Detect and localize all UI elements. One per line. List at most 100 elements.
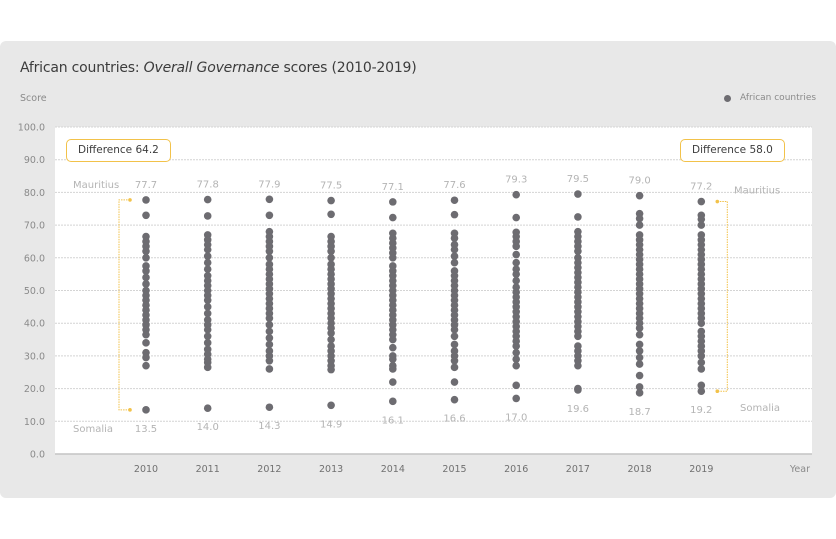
data-point [450, 325, 459, 334]
data-point [142, 273, 150, 282]
data-point [450, 340, 459, 349]
data-point [203, 212, 212, 220]
max-value-label: 79.5 [567, 174, 589, 185]
data-point [697, 319, 706, 328]
min-value-label: 17.0 [505, 412, 527, 423]
data-point [635, 330, 644, 339]
max-value-label: 79.3 [505, 175, 527, 186]
y-tick-label: 50.0 [24, 286, 45, 297]
min-value-label: 16.6 [443, 414, 465, 425]
difference-box-left: Difference 64.2 [66, 139, 171, 162]
data-point [635, 353, 644, 362]
data-point [450, 258, 459, 267]
data-point [142, 196, 150, 204]
data-point [265, 334, 274, 342]
data-point [203, 363, 212, 372]
data-point [327, 329, 335, 337]
data-point [574, 386, 582, 394]
data-point [203, 258, 212, 267]
data-point [389, 365, 397, 373]
max-value-label: 77.1 [382, 182, 404, 193]
max-value-label: 77.6 [443, 180, 465, 191]
data-point [203, 265, 212, 274]
data-point [574, 213, 582, 221]
data-point [142, 361, 150, 370]
y-tick-label: 40.0 [24, 319, 45, 330]
x-tick-label: 2010 [134, 464, 158, 475]
x-tick-label: 2016 [504, 464, 528, 475]
max-country-label-left: Mauritius [73, 180, 119, 191]
data-point [635, 347, 644, 355]
data-point [142, 253, 150, 262]
data-point [327, 253, 335, 262]
data-point [327, 247, 335, 256]
y-tick-label: 100.0 [18, 123, 45, 134]
data-point [327, 401, 335, 410]
min-value-label: 19.6 [567, 404, 589, 415]
data-point [265, 403, 274, 412]
data-point [265, 314, 274, 323]
data-point [450, 245, 459, 254]
data-point [512, 394, 520, 403]
max-value-label: 79.0 [628, 176, 650, 187]
data-point [512, 213, 520, 222]
data-point [389, 213, 397, 222]
data-point [142, 247, 150, 256]
data-point [635, 191, 644, 200]
x-tick-label: 2019 [689, 464, 713, 475]
data-point [389, 343, 397, 352]
data-point [450, 363, 459, 372]
data-point [635, 360, 644, 368]
data-point [450, 395, 459, 404]
data-point [635, 221, 644, 229]
x-tick-label: 2017 [566, 464, 590, 475]
data-point [203, 325, 212, 334]
max-value-label: 77.7 [135, 180, 157, 191]
difference-box-right: Difference 58.0 [680, 139, 785, 162]
data-point [697, 365, 706, 373]
data-point [203, 296, 212, 305]
data-point [327, 196, 335, 205]
data-point [265, 247, 274, 256]
min-country-label-right: Somalia [740, 403, 780, 414]
data-point [635, 214, 644, 223]
max-value-label: 77.8 [197, 180, 219, 191]
data-point [512, 342, 520, 350]
min-value-label: 14.3 [258, 421, 280, 432]
x-tick-label: 2015 [442, 464, 466, 475]
x-tick-label: 2013 [319, 464, 343, 475]
data-point [389, 355, 397, 363]
bracket-end-dot [715, 199, 720, 204]
x-tick-label: 2018 [628, 464, 652, 475]
y-tick-label: 10.0 [24, 417, 45, 428]
data-point [697, 221, 706, 229]
min-country-label-left: Somalia [73, 424, 113, 435]
chart-svg: 0.0 10.0 20.0 30.0 40.0 50.0 60.0 70.0 80.0 90.0 1… [18, 123, 812, 475]
max-country-label-right: Mauritius [734, 186, 780, 197]
data-point [389, 397, 397, 406]
data-point [265, 211, 274, 220]
data-point [142, 353, 150, 362]
data-point [142, 406, 150, 414]
data-point [203, 309, 212, 318]
data-point [574, 332, 582, 341]
data-point [450, 210, 459, 219]
data-point [635, 340, 644, 349]
y-tick-label: 70.0 [24, 221, 45, 232]
data-point [512, 381, 520, 390]
data-point [697, 358, 706, 367]
max-value-label: 77.2 [690, 182, 712, 193]
max-value-label: 77.9 [258, 179, 280, 190]
y-tick-label: 20.0 [24, 384, 45, 395]
y-tick-label: 30.0 [24, 351, 45, 362]
data-point [574, 361, 582, 370]
data-point [697, 352, 706, 360]
min-value-label: 16.1 [382, 415, 404, 426]
data-point [450, 252, 459, 260]
data-point [142, 280, 150, 288]
data-point [450, 357, 459, 365]
data-point [450, 332, 459, 341]
data-point [450, 234, 459, 242]
x-tick-label: 2014 [381, 464, 405, 475]
bracket-end-dot [128, 198, 132, 202]
